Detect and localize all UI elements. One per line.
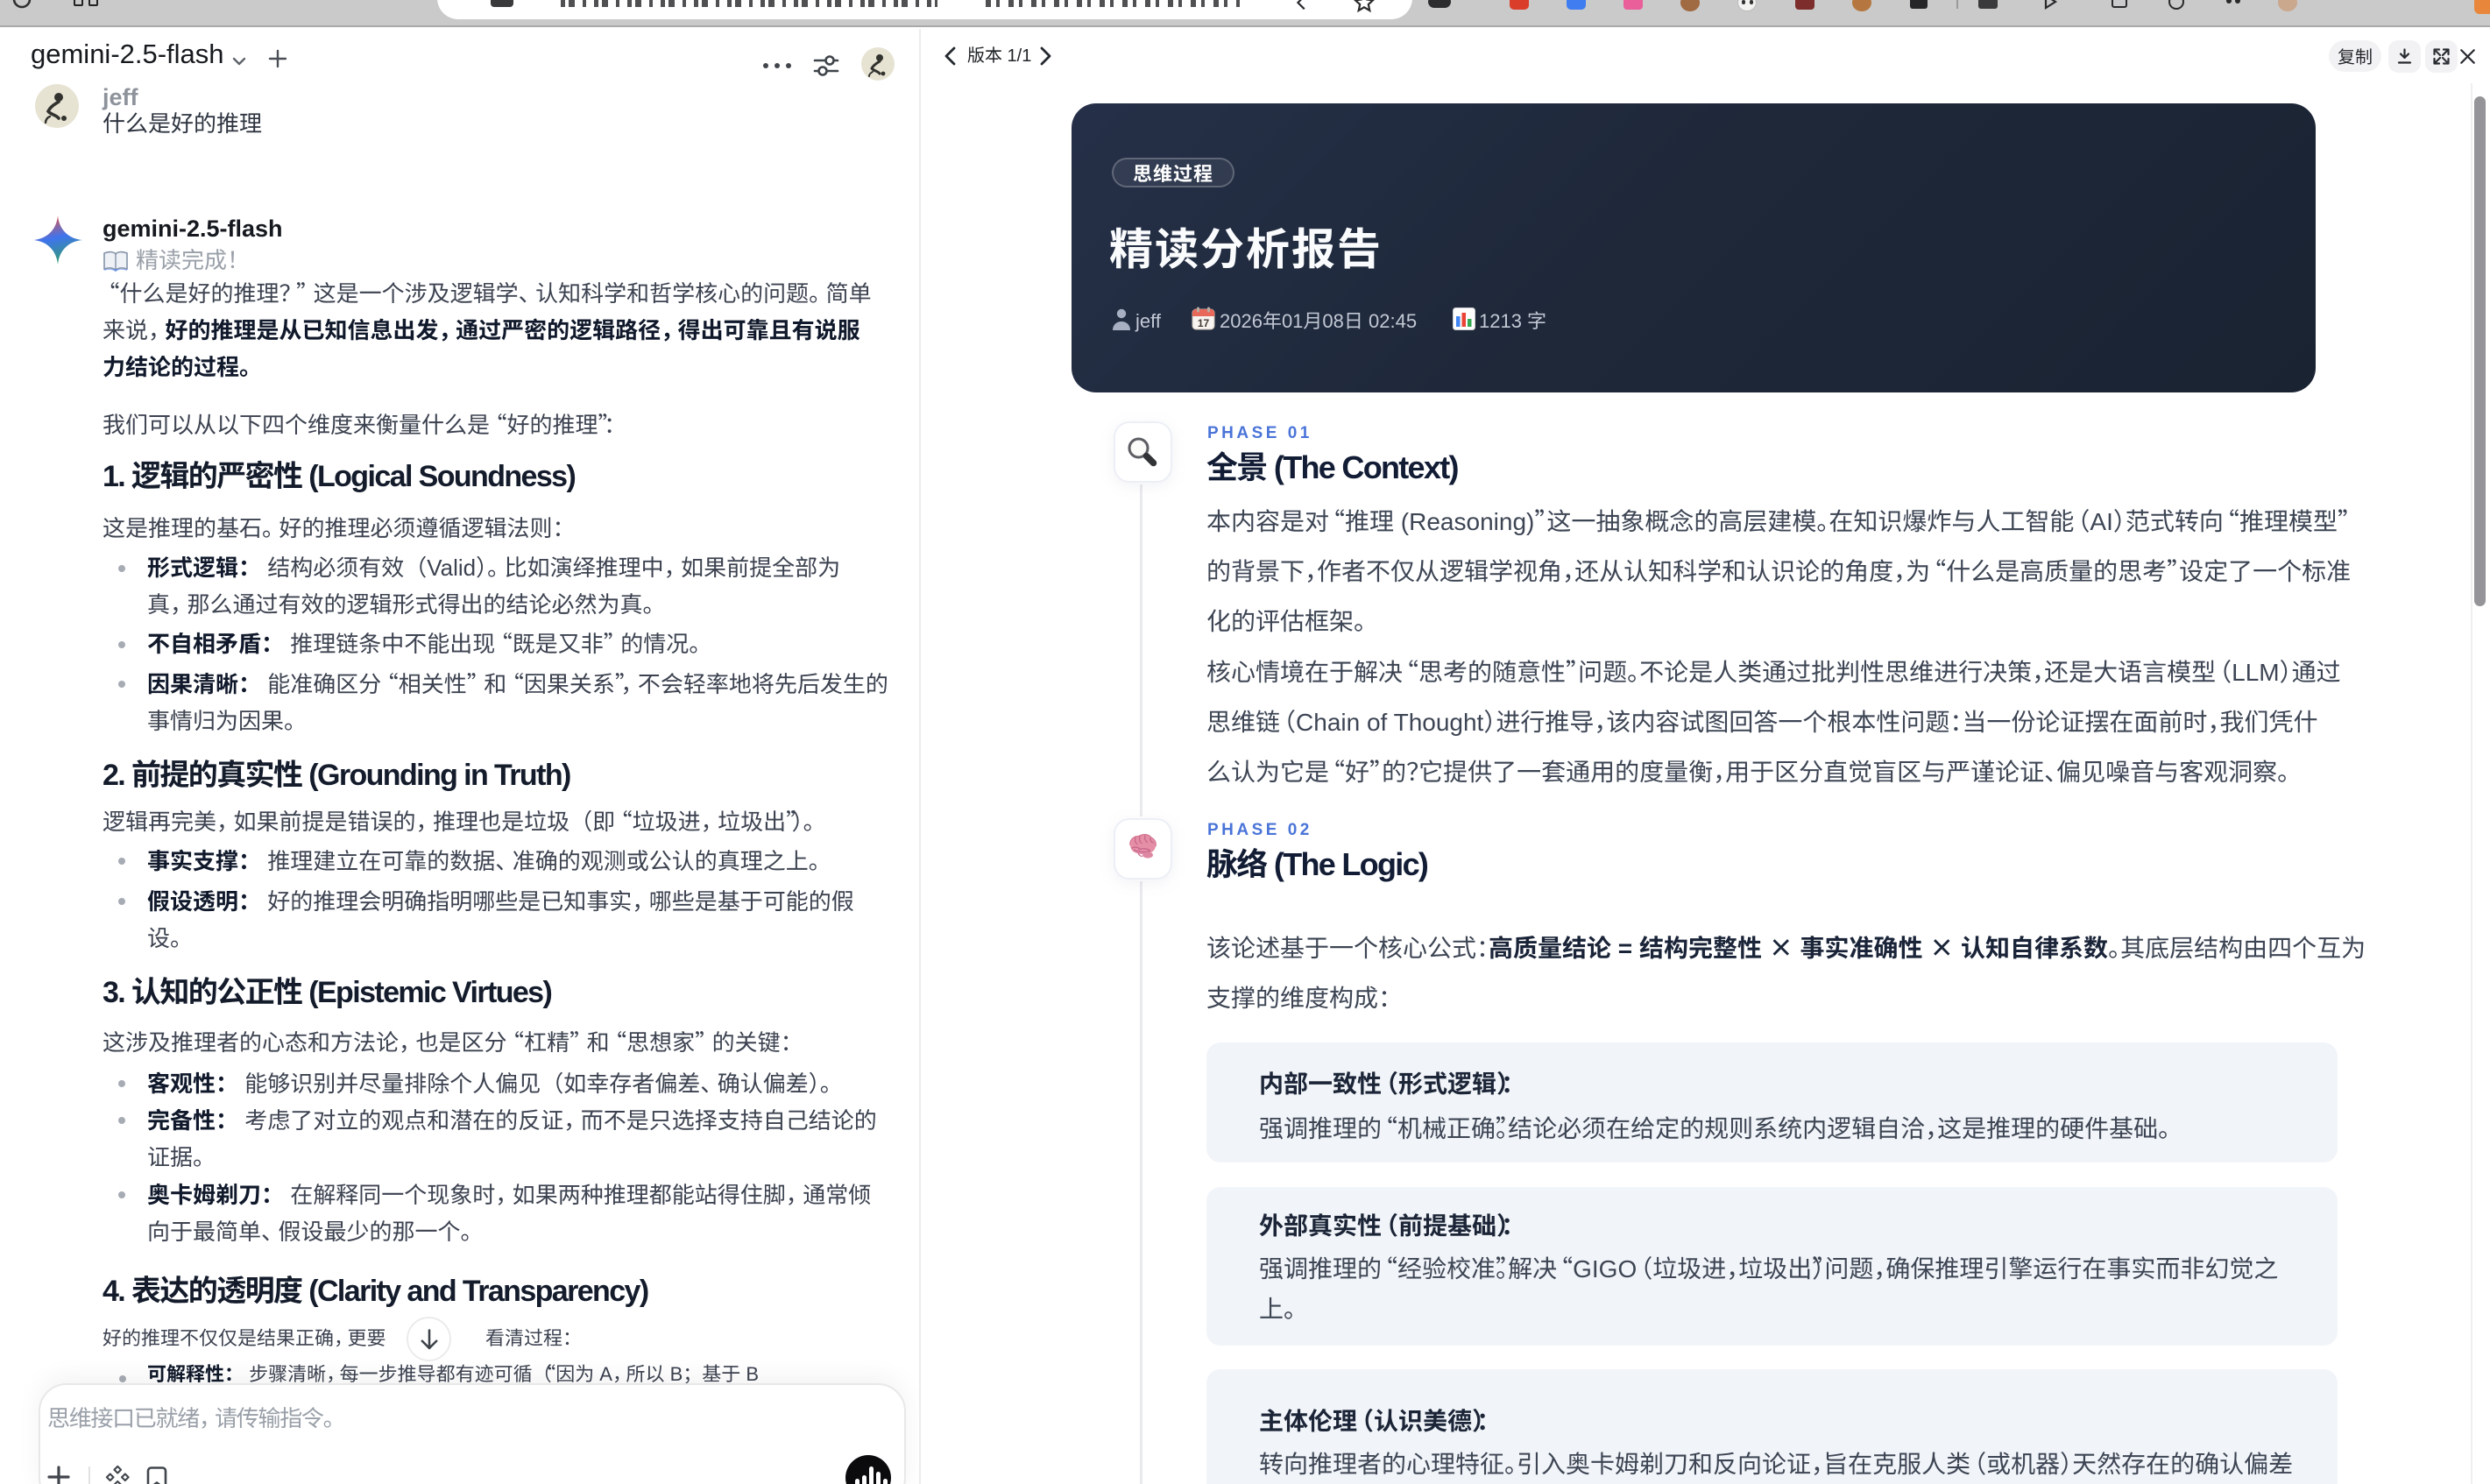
svg-text:17: 17 xyxy=(1198,317,1210,329)
